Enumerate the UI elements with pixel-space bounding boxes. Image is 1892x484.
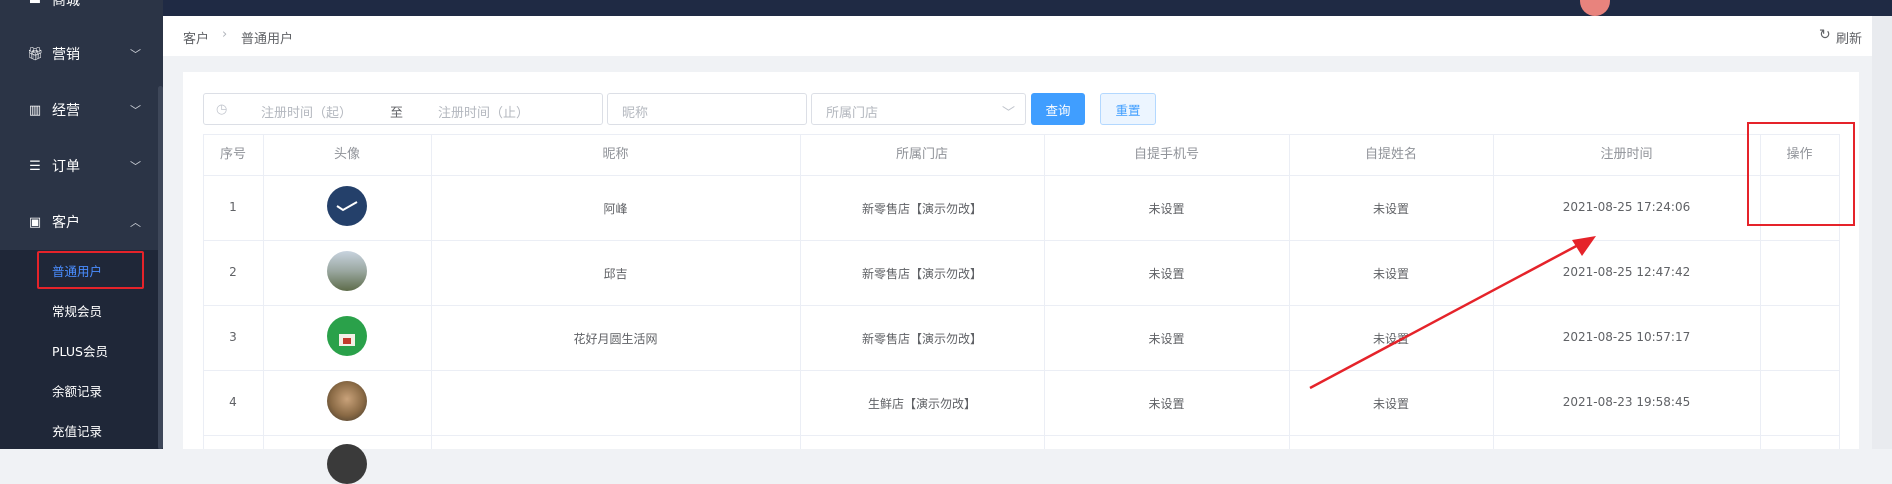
annotation-arrow bbox=[1309, 236, 1596, 390]
user-avatar bbox=[327, 444, 367, 484]
